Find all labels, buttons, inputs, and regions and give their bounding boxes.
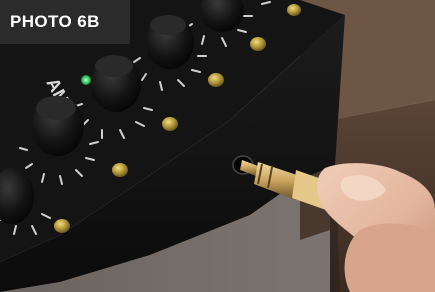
knob-cap	[36, 96, 76, 120]
amber-led-icon	[162, 117, 178, 131]
knob-cap	[150, 15, 186, 35]
photo-frame: AMICU	[0, 0, 435, 292]
amber-led-icon	[287, 4, 301, 16]
green-led-icon	[81, 75, 91, 85]
amber-led-icon	[208, 73, 224, 87]
photo-label: PHOTO 6B	[10, 12, 100, 31]
knob-cap	[95, 55, 133, 77]
amber-led-icon	[54, 219, 70, 233]
finger	[344, 223, 435, 292]
photo-label-tag: PHOTO 6B	[0, 0, 130, 44]
amber-led-icon	[250, 37, 266, 51]
amber-led-icon	[112, 163, 128, 177]
